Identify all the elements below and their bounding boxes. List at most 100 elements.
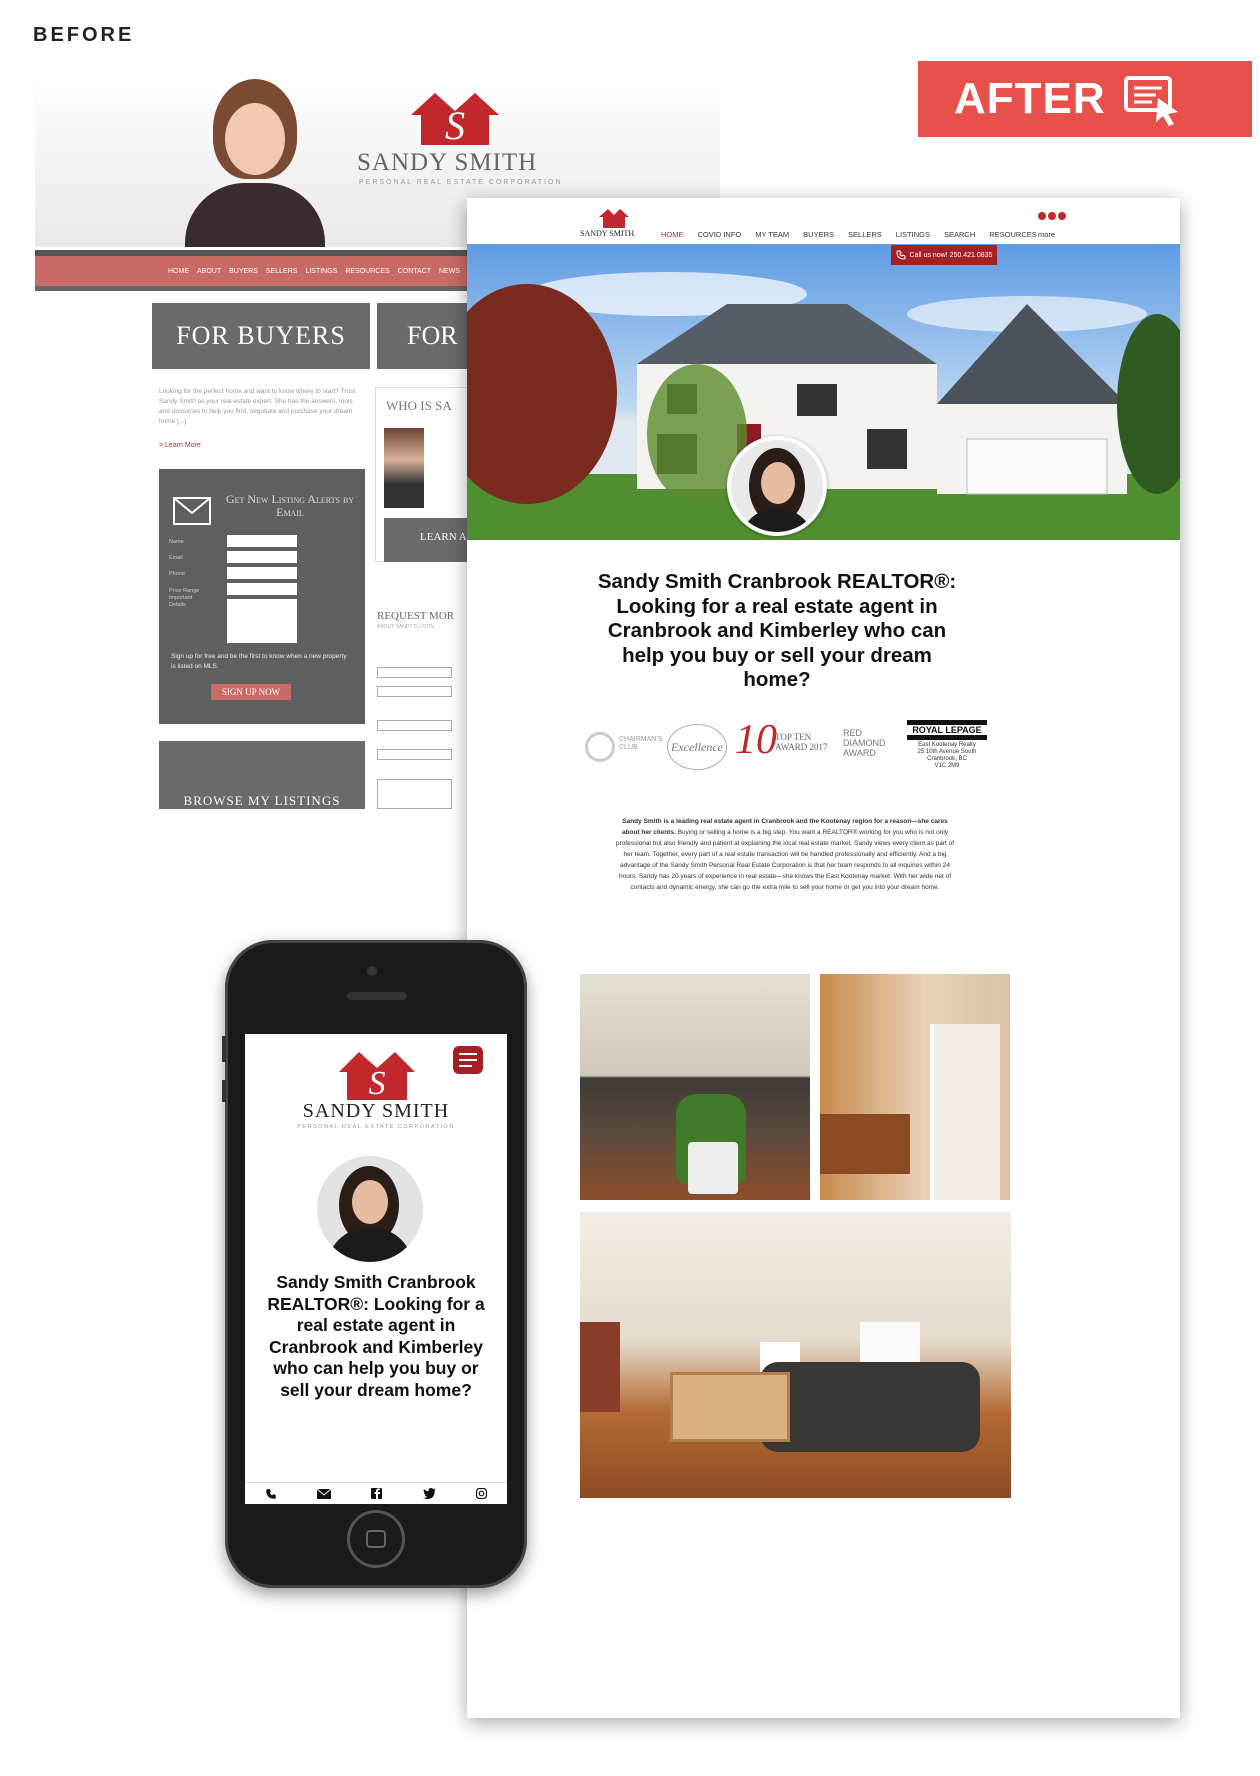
headline: Sandy Smith Cranbrook REALTOR®: Looking … bbox=[597, 570, 957, 691]
old-nav-news[interactable]: NEWS bbox=[439, 268, 460, 275]
phone-icon bbox=[896, 250, 906, 260]
after-banner: AFTER bbox=[918, 61, 1252, 137]
twitter-bird-icon[interactable] bbox=[422, 1488, 436, 1499]
photo-living-plant bbox=[580, 974, 810, 1200]
phone-headline: Sandy Smith Cranbrook REALTOR®: Looking … bbox=[267, 1272, 485, 1400]
old-about-listing: ABOUT SANDY'S LISTIN bbox=[377, 624, 434, 630]
old-field-3[interactable] bbox=[377, 720, 452, 731]
old-label-name: Name bbox=[169, 539, 184, 545]
old-input-name[interactable] bbox=[227, 535, 297, 547]
nav-home[interactable]: HOME bbox=[661, 230, 684, 239]
phone-logo-icon: S bbox=[339, 1052, 415, 1100]
envelope-icon bbox=[173, 497, 211, 525]
mail-icon[interactable] bbox=[317, 1488, 332, 1499]
laptop-cursor-icon bbox=[1123, 76, 1178, 126]
old-alerts-title: Get New Listing Alerts by Email bbox=[225, 492, 355, 519]
after-label: AFTER bbox=[954, 74, 1106, 123]
old-for-buyers-tile[interactable]: FOR BUYERS bbox=[152, 303, 370, 369]
old-signup-label: SIGN UP NOW bbox=[221, 687, 281, 697]
phone-frame: S SANDY SMITH PERSONAL REAL ESTATE CORPO… bbox=[222, 940, 527, 1588]
new-site: SANDY SMITH HOME COVID INFO MY TEAM BUYE… bbox=[467, 198, 1180, 1718]
nav-resources[interactable]: RESOURCES bbox=[989, 230, 1037, 239]
site-nav: HOME COVID INFO MY TEAM BUYERS SELLERS L… bbox=[661, 230, 1037, 239]
instagram-icon[interactable] bbox=[1058, 212, 1066, 220]
intro-body: Buying or selling a home is a big step. … bbox=[615, 829, 955, 891]
call-label: Call us now! 250.421.0835 bbox=[909, 251, 993, 259]
old-input-phone[interactable] bbox=[227, 567, 297, 579]
photo-bathroom bbox=[820, 974, 1010, 1200]
phone-camera bbox=[367, 966, 377, 976]
old-for-label: FOR bbox=[407, 321, 458, 350]
phone-call-icon[interactable] bbox=[265, 1488, 277, 1500]
old-for-buyers-label: FOR BUYERS bbox=[176, 321, 346, 350]
old-nav-contact[interactable]: CONTACT bbox=[398, 268, 431, 275]
old-brand-sub: PERSONAL REAL ESTATE CORPORATION bbox=[359, 179, 563, 186]
royal-lepage-logo: ROYAL LEPAGE East Kootenay Realty 25 10t… bbox=[907, 720, 987, 780]
old-nav-buyers[interactable]: BUYERS bbox=[229, 268, 258, 275]
social-icons bbox=[1038, 212, 1066, 220]
nav-listings[interactable]: LISTINGS bbox=[896, 230, 930, 239]
nav-search[interactable]: SEARCH bbox=[944, 230, 975, 239]
red-diamond-award: RED DIAMOND AWARD bbox=[843, 728, 886, 758]
phone-side-button-1[interactable] bbox=[222, 1036, 226, 1062]
intro-paragraph: Sandy Smith is a leading real estate age… bbox=[615, 816, 955, 893]
old-nav-sellers[interactable]: SELLERS bbox=[266, 268, 298, 275]
old-input-email[interactable] bbox=[227, 551, 297, 563]
nav-covid-info[interactable]: COVID INFO bbox=[698, 230, 742, 239]
site-logo-text[interactable]: SANDY SMITH bbox=[580, 229, 634, 238]
old-nav-home[interactable]: HOME bbox=[168, 268, 189, 275]
old-field-1[interactable] bbox=[377, 667, 452, 678]
agent-photo bbox=[727, 436, 827, 536]
old-field-2[interactable] bbox=[377, 686, 452, 697]
old-input-details[interactable] bbox=[227, 599, 297, 643]
phone-agent-photo bbox=[317, 1156, 423, 1262]
old-label-phone: Phone bbox=[169, 571, 185, 577]
nav-buyers[interactable]: BUYERS bbox=[803, 230, 834, 239]
site-logo-icon bbox=[599, 209, 629, 228]
old-label-price: Price Range Important Details bbox=[169, 588, 200, 608]
phone-brand: SANDY SMITH bbox=[302, 1100, 450, 1122]
old-buyers-text: Looking for the perfect home and want to… bbox=[159, 388, 356, 425]
chairmans-club-award: CHAIRMAN'S CLUB bbox=[585, 730, 662, 766]
call-button[interactable]: Call us now! 250.421.0835 bbox=[891, 245, 997, 265]
phone-side-button-2[interactable] bbox=[222, 1080, 226, 1102]
old-browse-label: BROWSE MY LISTINGS bbox=[183, 793, 341, 808]
nav-sellers[interactable]: SELLERS bbox=[848, 230, 882, 239]
svg-text:S: S bbox=[445, 103, 465, 147]
old-label-email: Email bbox=[169, 555, 183, 561]
old-nav-about[interactable]: ABOUT bbox=[197, 268, 221, 275]
old-field-4[interactable] bbox=[377, 749, 452, 760]
old-signup-button[interactable]: SIGN UP NOW bbox=[211, 684, 291, 700]
phone-screen: S SANDY SMITH PERSONAL REAL ESTATE CORPO… bbox=[245, 1034, 507, 1504]
instagram-icon-phone[interactable] bbox=[475, 1488, 487, 1499]
old-who-photo bbox=[384, 428, 424, 508]
old-learn-more-link[interactable]: > Learn More bbox=[159, 442, 201, 449]
awards-row: CHAIRMAN'S CLUB Excellence 10 TOP TEN AW… bbox=[585, 717, 1005, 780]
phone-home-button[interactable] bbox=[347, 1510, 405, 1568]
old-request-title: REQUEST MOR bbox=[377, 610, 455, 622]
facebook-square-icon[interactable] bbox=[371, 1488, 383, 1499]
top-ten-award: 10 TOP TEN AWARD 2017 bbox=[735, 717, 828, 763]
old-brand: SANDY SMITH bbox=[357, 149, 538, 176]
old-signup-text: Sign up for free and be the first to kno… bbox=[171, 653, 347, 670]
menu-icon[interactable] bbox=[453, 1046, 483, 1074]
old-alerts-box: Get New Listing Alerts by Email Name Ema… bbox=[159, 469, 365, 724]
nav-my-team[interactable]: MY TEAM bbox=[755, 230, 789, 239]
old-field-5[interactable] bbox=[377, 779, 452, 809]
twitter-icon[interactable] bbox=[1048, 212, 1056, 220]
phone-speaker bbox=[347, 992, 407, 1000]
phone-bottom-bar bbox=[245, 1482, 507, 1504]
before-label: BEFORE bbox=[33, 24, 135, 46]
old-nav-resources[interactable]: RESOURCES bbox=[345, 268, 389, 275]
old-house-logo-icon: S bbox=[411, 93, 499, 147]
old-browse-tile[interactable]: BROWSE MY LISTINGS bbox=[159, 741, 365, 809]
excellence-award: Excellence bbox=[667, 724, 727, 770]
old-who-title: WHO IS SA bbox=[386, 398, 452, 413]
phone-brand-sub: PERSONAL REAL ESTATE CORPORATION bbox=[297, 1124, 455, 1130]
old-input-price[interactable] bbox=[227, 583, 297, 595]
nav-more[interactable]: more bbox=[1038, 230, 1055, 239]
photo-living-room bbox=[580, 1212, 1011, 1498]
old-nav-listings[interactable]: LISTINGS bbox=[305, 268, 337, 275]
facebook-icon[interactable] bbox=[1038, 212, 1046, 220]
old-portrait bbox=[175, 73, 335, 247]
